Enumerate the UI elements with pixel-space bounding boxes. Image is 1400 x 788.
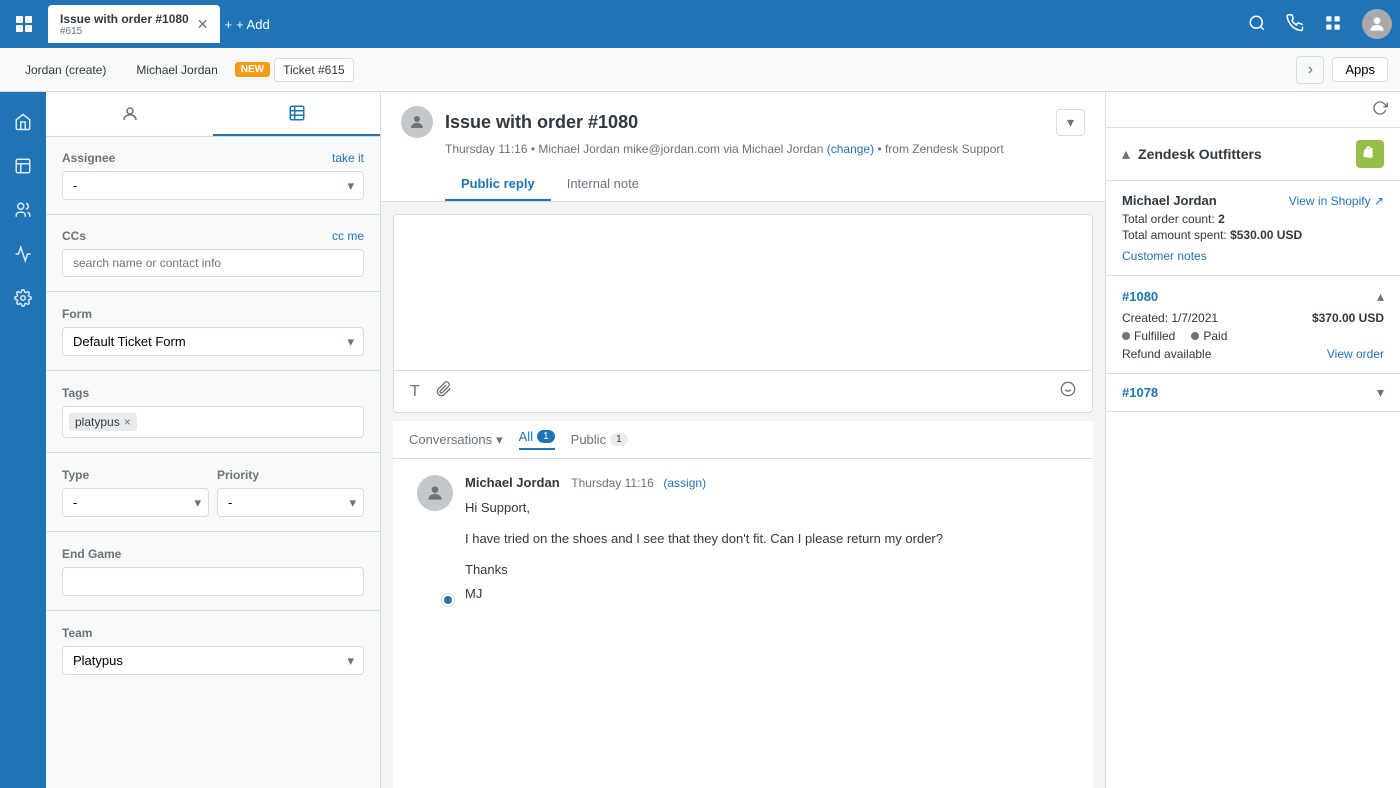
message-thanks: Thanks bbox=[465, 560, 1069, 581]
all-tab[interactable]: All 1 bbox=[519, 429, 555, 450]
tab-subtitle: #615 bbox=[60, 26, 189, 37]
ticket-615-tab[interactable]: Ticket #615 bbox=[274, 58, 354, 82]
customer-notes-link[interactable]: Customer notes bbox=[1122, 249, 1207, 263]
view-shopify-link[interactable]: View in Shopify ↗ bbox=[1289, 194, 1384, 208]
refund-label: Refund available bbox=[1122, 347, 1211, 361]
user-avatar[interactable] bbox=[1362, 9, 1392, 39]
home-icon[interactable] bbox=[5, 104, 41, 140]
take-it-link[interactable]: take it bbox=[332, 151, 364, 165]
ticket-title: Issue with order #1080 bbox=[445, 112, 1044, 133]
settings-icon[interactable] bbox=[5, 280, 41, 316]
team-label: Team bbox=[62, 626, 92, 640]
active-tab[interactable]: Issue with order #1080 #615 ✕ bbox=[48, 5, 220, 43]
search-icon[interactable] bbox=[1248, 14, 1266, 35]
all-badge: 1 bbox=[537, 430, 555, 443]
priority-label: Priority bbox=[217, 468, 259, 482]
message-greeting: Hi Support, bbox=[465, 498, 1069, 519]
tab-title: Issue with order #1080 bbox=[60, 12, 189, 26]
tags-container: platypus × bbox=[62, 406, 364, 438]
ccs-label: CCs bbox=[62, 229, 86, 243]
public-badge: 1 bbox=[610, 433, 628, 446]
message-area: Michael Jordan Thursday 11:16 (assign) H… bbox=[393, 459, 1093, 788]
assign-link[interactable]: (assign) bbox=[663, 476, 706, 490]
end-game-input[interactable] bbox=[62, 567, 364, 596]
phone-icon[interactable] bbox=[1286, 14, 1304, 35]
public-reply-tab[interactable]: Public reply bbox=[445, 168, 551, 201]
apps-label: Apps bbox=[1345, 62, 1375, 77]
order-1080-id[interactable]: #1080 bbox=[1122, 289, 1158, 304]
message-sign: MJ bbox=[465, 584, 1069, 605]
close-tab-icon[interactable]: ✕ bbox=[197, 16, 209, 33]
views-icon[interactable] bbox=[5, 148, 41, 184]
customer-name: Michael Jordan bbox=[1122, 193, 1217, 208]
priority-select[interactable]: - bbox=[217, 488, 364, 517]
tag-platypus: platypus × bbox=[69, 413, 137, 431]
shopify-icon bbox=[1356, 140, 1384, 168]
ticket-requester-avatar bbox=[401, 106, 433, 138]
conversations-tab[interactable]: Conversations ▾ bbox=[409, 432, 503, 448]
app-logo bbox=[8, 8, 40, 40]
apps-button[interactable]: Apps bbox=[1332, 57, 1388, 82]
message-body-text: I have tried on the shoes and I see that… bbox=[465, 529, 1069, 550]
apps-grid-icon[interactable] bbox=[1324, 14, 1342, 35]
reports-icon[interactable] bbox=[5, 236, 41, 272]
ticket-actions-dropdown[interactable]: ▾ bbox=[1056, 109, 1085, 136]
attach-file-button[interactable] bbox=[432, 377, 456, 406]
format-text-button[interactable]: T bbox=[406, 379, 424, 405]
emoji-button[interactable] bbox=[1056, 377, 1080, 406]
right-panel-title: Zendesk Outfitters bbox=[1138, 146, 1356, 162]
properties-person-tab[interactable] bbox=[46, 92, 213, 136]
right-panel: ▴ Zendesk Outfitters Michael Jordan View… bbox=[1105, 92, 1400, 788]
internal-note-tab[interactable]: Internal note bbox=[551, 168, 655, 201]
add-tab-button[interactable]: + + Add bbox=[224, 17, 269, 32]
users-icon[interactable] bbox=[5, 192, 41, 228]
paid-status: Paid bbox=[1203, 329, 1227, 343]
order-1078-id[interactable]: #1078 bbox=[1122, 385, 1158, 400]
properties-panel: Assignee take it - ▾ CCs cc me bbox=[46, 92, 381, 788]
order-1080-collapse[interactable]: ▴ bbox=[1377, 288, 1384, 305]
message-body: Michael Jordan Thursday 11:16 (assign) H… bbox=[465, 475, 1069, 605]
collapse-right-panel-button[interactable]: ▴ bbox=[1122, 144, 1130, 164]
nav-arrow-button[interactable]: › bbox=[1296, 56, 1324, 84]
properties-list-tab[interactable] bbox=[213, 92, 380, 136]
message-author: Michael Jordan bbox=[465, 475, 560, 490]
fulfilled-status: Fulfilled bbox=[1134, 329, 1175, 343]
form-select[interactable]: Default Ticket Form bbox=[62, 327, 364, 356]
form-label: Form bbox=[62, 307, 92, 321]
left-sidebar bbox=[0, 92, 46, 788]
reply-editor[interactable] bbox=[394, 215, 1092, 370]
ccs-input[interactable] bbox=[62, 249, 364, 277]
michael-jordan-tab[interactable]: Michael Jordan bbox=[123, 58, 230, 82]
message-time: Thursday 11:16 bbox=[571, 476, 654, 490]
assignee-label: Assignee bbox=[62, 151, 115, 165]
cc-me-link[interactable]: cc me bbox=[332, 229, 364, 243]
public-tab[interactable]: Public 1 bbox=[571, 432, 628, 447]
change-link[interactable]: (change) bbox=[827, 142, 874, 156]
message-avatar bbox=[417, 475, 453, 511]
type-select[interactable]: - bbox=[62, 488, 209, 517]
tags-label: Tags bbox=[62, 386, 89, 400]
assignee-select[interactable]: - bbox=[62, 171, 364, 200]
order-1078-expand[interactable]: ▾ bbox=[1377, 384, 1384, 401]
jordan-create-tab[interactable]: Jordan (create) bbox=[12, 58, 119, 82]
end-game-label: End Game bbox=[62, 547, 121, 561]
type-label: Type bbox=[62, 468, 89, 482]
refresh-button[interactable] bbox=[1372, 100, 1388, 119]
team-select[interactable]: Platypus bbox=[62, 646, 364, 675]
amount-stat: Total amount spent: $530.00 USD bbox=[1122, 228, 1384, 242]
ticket-meta: Thursday 11:16 • Michael Jordan mike@jor… bbox=[401, 142, 1085, 156]
message-item: Michael Jordan Thursday 11:16 (assign) H… bbox=[417, 475, 1069, 605]
view-order-link[interactable]: View order bbox=[1327, 347, 1384, 361]
remove-tag-icon[interactable]: × bbox=[124, 415, 131, 429]
add-tab-label: + Add bbox=[236, 17, 270, 32]
order-count-stat: Total order count: 2 bbox=[1122, 212, 1384, 226]
new-badge: NEW bbox=[235, 62, 270, 77]
assignee-select-wrap: - ▾ bbox=[62, 171, 364, 200]
